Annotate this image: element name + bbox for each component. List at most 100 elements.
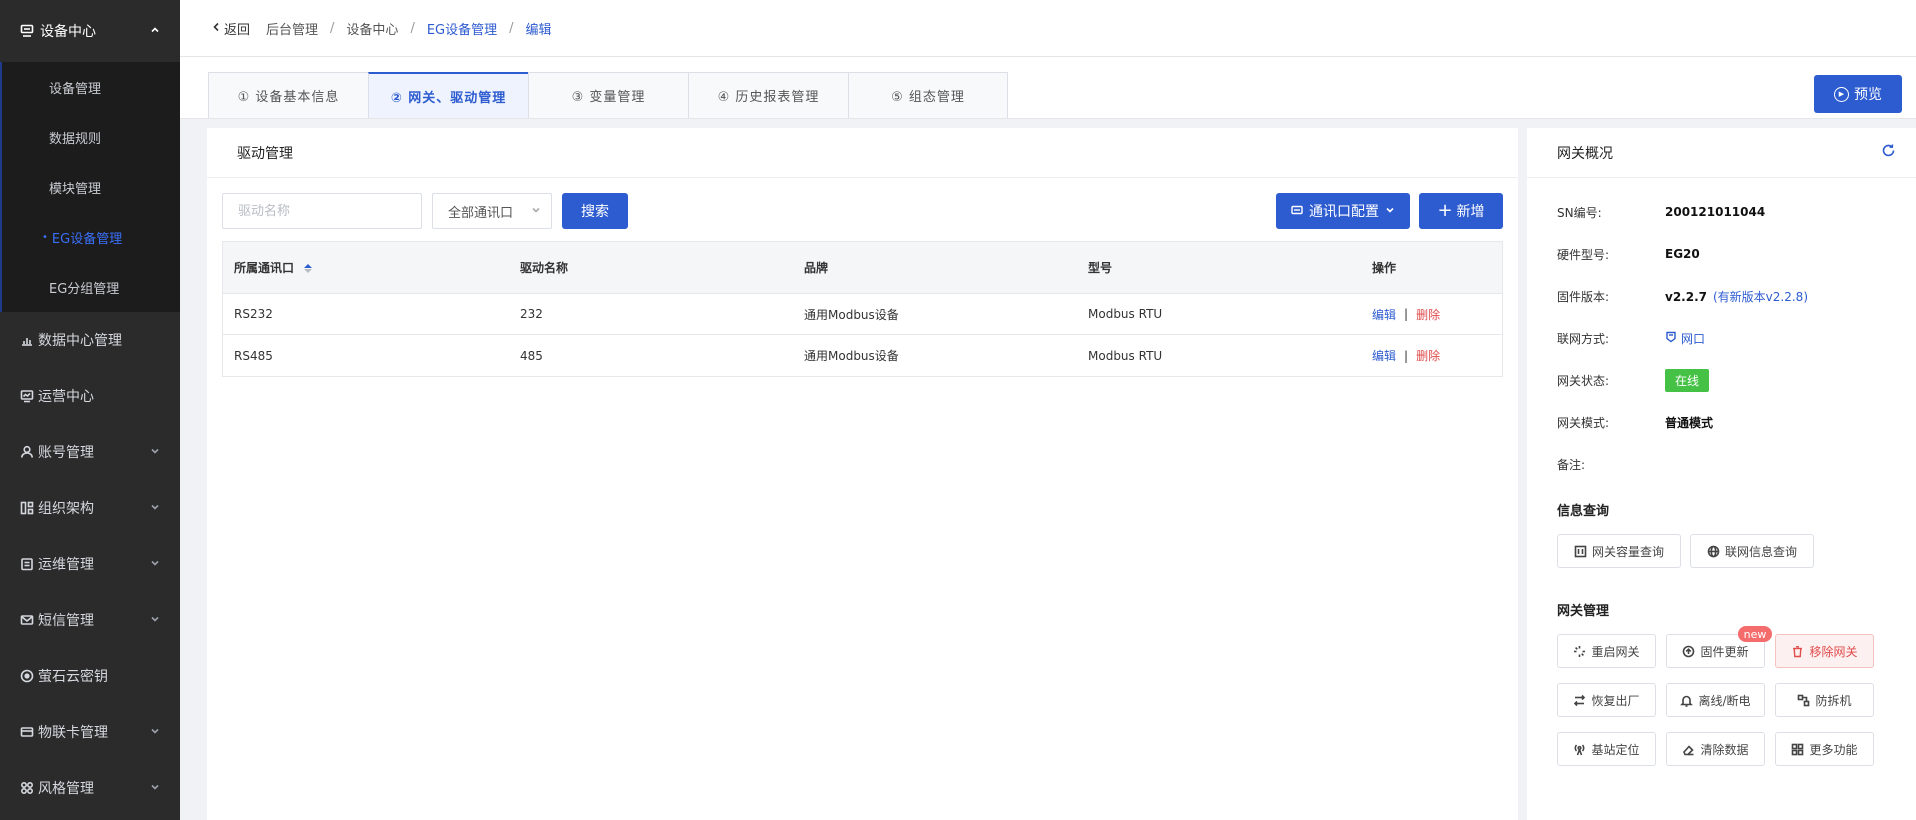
sidebar-item-label: EG分组管理 <box>49 281 120 297</box>
new-badge: new <box>1738 626 1772 642</box>
table-row: RS485 485 通用Modbus设备 Modbus RTU 编辑 | 删除 <box>223 335 1502 376</box>
column-header-driver-name: 驱动名称 <box>520 261 569 275</box>
search-button[interactable]: 搜索 <box>562 193 628 229</box>
column-header-brand: 品牌 <box>804 261 829 275</box>
action-separator: | <box>1404 348 1409 363</box>
swap-icon <box>1573 694 1586 707</box>
cell-driver-name: 232 <box>520 307 543 321</box>
eraser-icon <box>1682 743 1695 756</box>
column-header-port[interactable]: 所属通讯口 <box>223 259 509 276</box>
base-station-locate-button[interactable]: 基站定位 <box>1557 732 1656 766</box>
sort-icon[interactable] <box>304 264 313 273</box>
chevron-down-icon <box>150 500 160 516</box>
sidebar-item-organization[interactable]: 组织架构 <box>0 480 180 536</box>
card-icon <box>20 725 34 739</box>
card-title: 驱动管理 <box>207 128 1518 178</box>
status-badge: 在线 <box>1665 368 1710 392</box>
device-icon <box>20 24 34 38</box>
tab-variables[interactable]: ③ 变量管理 <box>528 72 688 118</box>
breadcrumb-item[interactable]: 后台管理 <box>266 19 318 38</box>
network-info-query-button[interactable]: 联网信息查询 <box>1690 534 1814 568</box>
chevron-down-icon <box>150 780 160 796</box>
firmware-new-version-link[interactable]: (有新版本v2.2.8) <box>1713 290 1808 304</box>
driver-name-search-input[interactable] <box>222 193 422 229</box>
sidebar-item-iot-card[interactable]: 物联卡管理 <box>0 704 180 760</box>
sidebar-item-device-management[interactable]: 设备管理 <box>2 62 180 112</box>
info-row-sn: SN编号: 200121011044 <box>1557 202 1765 222</box>
tab-basic-info[interactable]: ① 设备基本信息 <box>208 72 368 118</box>
refresh-icon[interactable] <box>1881 143 1896 162</box>
edit-link[interactable]: 编辑 <box>1372 347 1396 364</box>
button-label: 清除数据 <box>1700 742 1749 757</box>
capacity-query-button[interactable]: 网关容量查询 <box>1557 534 1681 568</box>
sidebar-item-label: 组织架构 <box>38 501 94 517</box>
cell-actions: 编辑 | 删除 <box>1361 306 1502 323</box>
tab-gateway-driver[interactable]: ② 网关、驱动管理 <box>368 72 528 118</box>
chevron-down-icon <box>1385 203 1395 219</box>
sidebar-item-module-management[interactable]: 模块管理 <box>2 162 180 212</box>
edit-link[interactable]: 编辑 <box>1372 306 1396 323</box>
delete-link[interactable]: 删除 <box>1416 306 1440 323</box>
tab-history-report[interactable]: ④ 历史报表管理 <box>688 72 848 118</box>
action-separator: | <box>1404 307 1409 321</box>
info-label: 固件版本: <box>1557 289 1610 304</box>
sidebar-item-eg-device-management[interactable]: • EG设备管理 <box>2 212 180 262</box>
chevron-down-icon <box>150 444 160 460</box>
info-row-status: 网关状态: 在线 <box>1557 368 1710 392</box>
bar-chart-icon <box>20 333 34 347</box>
back-label: 返回 <box>224 22 251 38</box>
table-header: 所属通讯口 驱动名称 品牌 型号 操作 <box>223 242 1502 294</box>
add-label: 新增 <box>1456 204 1485 220</box>
breadcrumb-separator: / <box>410 20 415 36</box>
info-row-hardware: 硬件型号: EG20 <box>1557 244 1700 264</box>
delete-link[interactable]: 删除 <box>1416 347 1440 364</box>
sidebar-item-account-management[interactable]: 账号管理 <box>0 424 180 480</box>
sidebar-item-eg-group-management[interactable]: EG分组管理 <box>2 262 180 312</box>
tab-configuration[interactable]: ⑤ 组态管理 <box>848 72 1008 118</box>
tamper-icon <box>1797 694 1810 707</box>
section-title: 信息查询 <box>1557 504 1610 519</box>
sidebar-item-data-center[interactable]: 数据中心管理 <box>0 312 180 368</box>
sidebar-item-label: EG设备管理 <box>51 231 123 247</box>
remove-gateway-button[interactable]: 移除网关 <box>1775 634 1874 668</box>
gateway-overview-header: 网关概况 <box>1527 128 1916 178</box>
port-config-button[interactable]: 通讯口配置 <box>1276 193 1410 229</box>
sidebar-item-data-rules[interactable]: 数据规则 <box>2 112 180 162</box>
factory-reset-button[interactable]: 恢复出厂 <box>1557 683 1656 717</box>
sn-value: 200121011044 <box>1665 205 1766 219</box>
play-icon: ▶ <box>1834 86 1849 102</box>
sidebar-item-maintenance[interactable]: 运维管理 <box>0 536 180 592</box>
back-button[interactable]: 返回 <box>212 19 250 38</box>
anti-disassembly-button[interactable]: 防拆机 <box>1775 683 1874 717</box>
cell-model: Modbus RTU <box>1088 348 1163 363</box>
clear-data-button[interactable]: 清除数据 <box>1666 732 1765 766</box>
breadcrumb-separator: / <box>509 20 514 36</box>
sidebar-item-label: 物联卡管理 <box>38 725 108 741</box>
sidebar-item-label: 账号管理 <box>38 445 94 461</box>
sidebar-item-style-management[interactable]: 风格管理 <box>0 760 180 816</box>
port-select[interactable]: 全部通讯口 <box>432 193 552 229</box>
restart-gateway-button[interactable]: 重启网关 <box>1557 634 1656 668</box>
add-driver-button[interactable]: + 新增 <box>1419 193 1503 229</box>
info-row-network: 联网方式: 网口 <box>1557 328 1705 348</box>
clipboard-icon <box>20 557 34 571</box>
offline-poweroff-button[interactable]: 离线/断电 <box>1666 683 1765 717</box>
breadcrumb-item[interactable]: 设备中心 <box>346 19 398 38</box>
active-dot-icon: • <box>42 231 48 243</box>
sidebar-item-operations-center[interactable]: 运营中心 <box>0 368 180 424</box>
button-label: 恢复出厂 <box>1591 693 1640 708</box>
button-label: 移除网关 <box>1809 644 1858 659</box>
button-label: 防拆机 <box>1815 693 1852 708</box>
tabs-bar: ① 设备基本信息 ② 网关、驱动管理 ③ 变量管理 ④ 历史报表管理 ⑤ 组态管… <box>180 57 1916 119</box>
more-functions-button[interactable]: 更多功能 <box>1775 732 1874 766</box>
sidebar-item-sms-management[interactable]: 短信管理 <box>0 592 180 648</box>
chevron-down-icon <box>531 204 541 219</box>
breadcrumb-item[interactable]: EG设备管理 <box>427 19 497 38</box>
preview-button[interactable]: ▶ 预览 <box>1814 75 1902 113</box>
chevron-down-icon <box>150 556 160 572</box>
driver-management-card: 驱动管理 全部通讯口 搜索 通讯口配置 + 新增 所属通讯口 驱动名称 品牌 型… <box>207 128 1518 820</box>
card-title: 网关概况 <box>1557 145 1613 162</box>
sidebar-item-ezviz-key[interactable]: 萤石云密钥 <box>0 648 180 704</box>
sidebar-group-device-center[interactable]: 设备中心 <box>0 0 180 62</box>
port-icon <box>1291 203 1303 219</box>
